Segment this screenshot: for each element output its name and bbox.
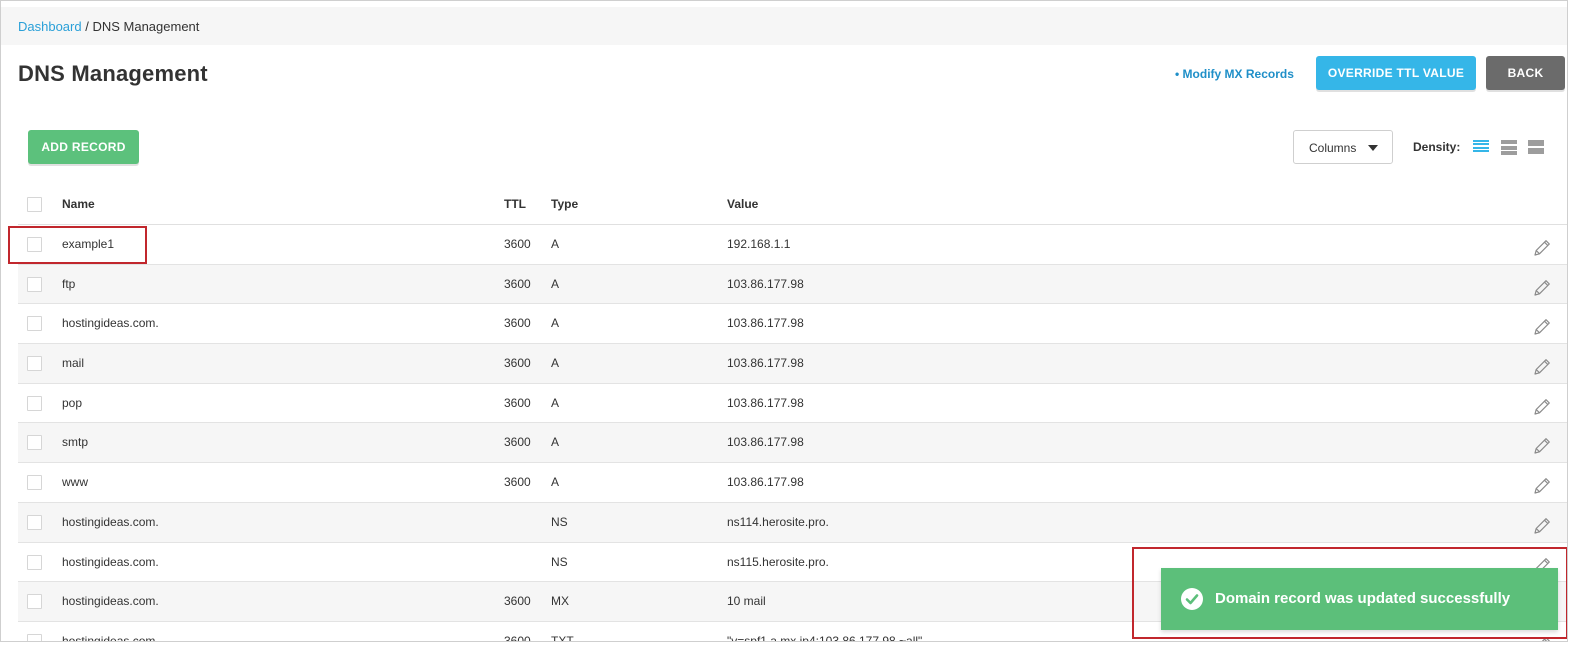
row-checkbox[interactable] — [27, 633, 42, 641]
columns-dropdown[interactable]: Columns — [1293, 130, 1393, 164]
record-type: A — [551, 316, 560, 331]
record-type: A — [551, 475, 560, 490]
record-value: "v=spf1 a mx ip4:103.86.177.98 ~all" — [727, 633, 923, 642]
record-name: pop — [62, 395, 83, 410]
record-value: ns115.herosite.pro. — [727, 554, 829, 569]
edit-pencil-icon[interactable] — [1532, 433, 1552, 455]
record-name: hostingideas.com. — [62, 594, 159, 609]
density-compact-icon[interactable] — [1473, 140, 1489, 155]
record-type: A — [551, 237, 560, 251]
record-name: hostingideas.com. — [62, 316, 159, 331]
page-title: DNS Management — [18, 61, 208, 86]
record-type: A — [551, 435, 560, 450]
add-record-button[interactable]: ADD RECORD — [28, 130, 139, 164]
table-row[interactable]: hostingideas.com. 3600 A 103.86.177.98 — [18, 304, 1567, 345]
columns-label: Columns — [1309, 141, 1357, 155]
edit-pencil-icon[interactable] — [1532, 314, 1552, 335]
record-ttl: 3600 — [504, 316, 531, 331]
record-value: 103.86.177.98 — [727, 276, 804, 291]
override-ttl-button[interactable]: OVERRIDE TTL VALUE — [1316, 56, 1476, 90]
check-circle-icon — [1181, 588, 1203, 610]
row-checkbox[interactable] — [27, 356, 42, 372]
back-button[interactable]: BACK — [1486, 56, 1565, 90]
table-row[interactable]: ftp 3600 A 103.86.177.98 — [18, 264, 1567, 305]
breadcrumb-separator: / — [81, 19, 93, 34]
header-value[interactable]: Value — [727, 185, 758, 224]
record-ttl: 3600 — [504, 356, 531, 371]
density-label: Density: — [1413, 140, 1461, 154]
breadcrumb-dashboard-link[interactable]: Dashboard — [18, 19, 82, 34]
record-ttl: 3600 — [504, 395, 531, 410]
table-row[interactable]: pop 3600 A 103.86.177.98 — [18, 384, 1567, 424]
table-header: Name TTL Type Value — [18, 185, 1567, 225]
edit-pencil-icon[interactable] — [1532, 513, 1552, 534]
table-row[interactable]: www 3600 A 103.86.177.98 — [18, 463, 1567, 503]
edit-pencil-icon[interactable] — [1532, 394, 1552, 415]
success-toast[interactable]: Domain record was updated successfully — [1161, 568, 1558, 630]
record-type: MX — [551, 594, 569, 609]
record-value: 103.86.177.98 — [727, 316, 804, 331]
row-checkbox[interactable] — [27, 435, 42, 451]
header-ttl[interactable]: TTL — [504, 185, 526, 224]
record-name: hostingideas.com. — [62, 554, 159, 569]
record-name: mail — [62, 356, 85, 371]
page-frame: Dashboard / DNS Management DNS Managemen… — [0, 0, 1568, 642]
record-value: 103.86.177.98 — [727, 475, 804, 490]
row-checkbox[interactable] — [27, 316, 42, 332]
record-ttl: 3600 — [504, 276, 531, 291]
record-ttl: 3600 — [504, 435, 531, 450]
record-type: TXT — [551, 633, 574, 642]
record-name: www — [62, 475, 88, 490]
edit-pencil-icon[interactable] — [1532, 473, 1552, 494]
edit-pencil-icon[interactable] — [1532, 275, 1552, 296]
record-type: NS — [551, 554, 568, 569]
highlight-box-name — [8, 226, 147, 264]
record-type: A — [551, 356, 560, 371]
breadcrumb: Dashboard / DNS Management — [1, 7, 1567, 45]
edit-pencil-icon[interactable] — [1532, 354, 1552, 375]
row-checkbox[interactable] — [27, 475, 42, 491]
record-type: A — [551, 276, 560, 291]
row-checkbox[interactable] — [27, 395, 42, 411]
caret-down-icon — [1368, 145, 1378, 151]
table-row[interactable]: hostingideas.com. NS ns114.herosite.pro. — [18, 502, 1567, 543]
record-value: ns114.herosite.pro. — [727, 514, 829, 529]
record-ttl: 3600 — [504, 594, 531, 609]
density-normal-icon[interactable] — [1501, 140, 1517, 155]
record-ttl: 3600 — [504, 237, 531, 251]
table-row[interactable]: smtp 3600 A 103.86.177.98 — [18, 423, 1567, 464]
record-value: 103.86.177.98 — [727, 395, 804, 410]
record-name: smtp — [62, 435, 89, 450]
select-all-checkbox[interactable] — [27, 197, 42, 212]
density-comfortable-icon[interactable] — [1528, 140, 1544, 155]
record-value: 103.86.177.98 — [727, 435, 804, 450]
modify-mx-records-link[interactable]: • Modify MX Records — [1175, 67, 1294, 81]
record-type: A — [551, 395, 560, 410]
record-ttl: 3600 — [504, 633, 531, 642]
breadcrumb-current: DNS Management — [92, 19, 200, 34]
record-value: 192.168.1.1 — [727, 237, 791, 251]
record-name: hostingideas.com. — [62, 514, 159, 529]
record-name: ftp — [62, 276, 76, 291]
record-type: NS — [551, 514, 568, 529]
toast-message: Domain record was updated successfully — [1215, 590, 1511, 607]
table-row[interactable]: example1 3600 A 192.168.1.1 — [18, 225, 1567, 265]
row-checkbox[interactable] — [27, 514, 42, 530]
table-row[interactable]: mail 3600 A 103.86.177.98 — [18, 344, 1567, 384]
row-checkbox[interactable] — [27, 276, 42, 292]
record-name: hostingideas.com. — [62, 633, 159, 642]
record-value: 103.86.177.98 — [727, 356, 804, 371]
edit-pencil-icon[interactable] — [1532, 235, 1552, 256]
header-type[interactable]: Type — [551, 185, 578, 224]
record-ttl: 3600 — [504, 475, 531, 490]
header-name[interactable]: Name — [62, 185, 95, 224]
row-checkbox[interactable] — [27, 554, 42, 570]
record-value: 10 mail — [727, 594, 766, 609]
row-checkbox[interactable] — [27, 594, 42, 610]
